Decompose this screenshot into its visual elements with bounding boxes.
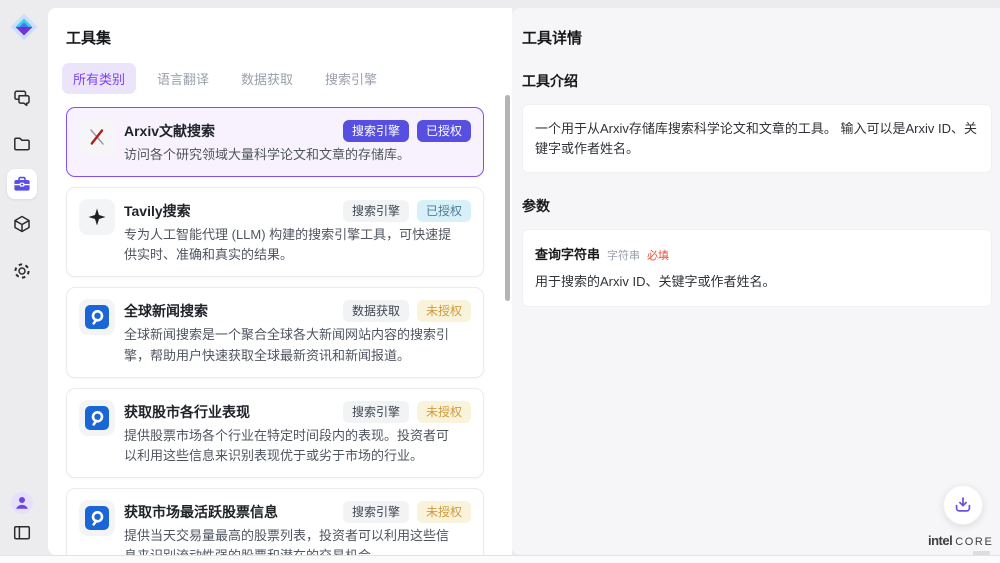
auth-status-badge: 已授权	[417, 120, 471, 142]
tool-badges: 数据获取 未授权	[343, 300, 471, 322]
details-title: 工具详情	[522, 27, 992, 48]
cube-icon[interactable]	[12, 214, 32, 234]
brand-core: core	[955, 536, 993, 548]
category-tab[interactable]: 语言翻译	[146, 63, 220, 94]
brand-intel: intel	[928, 533, 952, 548]
auth-status-badge: 未授权	[417, 401, 471, 423]
tool-description: 提供当天交易量最高的股票列表，投资者可以利用这些信息来识别流动性强的股票和潜在的…	[124, 526, 458, 555]
tool-card[interactable]: 全球新闻搜索 全球新闻搜索是一个聚合全球各大新闻网站内容的搜索引擎，帮助用户快速…	[66, 287, 484, 377]
tool-card[interactable]: Tavily搜索 专为人工智能代理 (LLM) 构建的搜索引擎工具，可快速提供实…	[66, 187, 484, 277]
download-button[interactable]	[943, 485, 983, 525]
arxiv-icon	[79, 119, 115, 155]
app-logo-icon	[10, 13, 38, 41]
user-avatar[interactable]	[11, 492, 33, 514]
auth-status-badge: 未授权	[417, 300, 471, 322]
category-tabs: 所有类别语言翻译数据获取搜索引擎	[48, 48, 512, 94]
params-heading: 参数	[522, 196, 992, 216]
category-badge: 搜索引擎	[343, 200, 409, 222]
intro-text: 一个用于从Arxiv存储库搜索科学论文和文章的工具。 输入可以是Arxiv ID…	[535, 119, 979, 158]
juhe-icon	[79, 500, 115, 536]
tools-panel-title: 工具集	[48, 8, 512, 48]
tool-badges: 搜索引擎 已授权	[343, 120, 471, 142]
param-required-flag: 必填	[647, 247, 669, 263]
tavily-icon	[79, 199, 115, 235]
tool-description: 全球新闻搜索是一个聚合全球各大新闻网站内容的搜索引擎，帮助用户快速获取全球最新资…	[124, 325, 458, 365]
category-badge: 搜索引擎	[343, 401, 409, 423]
param-header: 查询字符串 字符串 必填	[535, 244, 979, 263]
category-badge: 数据获取	[343, 300, 409, 322]
tool-card[interactable]: 获取股市各行业表现 提供股票市场各个行业在特定时间段内的表现。投资者可以利用这些…	[66, 388, 484, 478]
left-sidebar	[0, 0, 48, 555]
tool-badges: 搜索引擎 未授权	[343, 401, 471, 423]
category-tab[interactable]: 搜索引擎	[314, 63, 388, 94]
gear-icon[interactable]	[12, 261, 32, 281]
window-bottom-edge	[0, 555, 1000, 563]
tool-description: 专为人工智能代理 (LLM) 构建的搜索引擎工具，可快速提供实时、准确和真实的结…	[124, 225, 458, 265]
tool-card[interactable]: Arxiv文献搜索 访问各个研究领域大量科学论文和文章的存储库。 搜索引擎 已授…	[66, 107, 484, 177]
auth-status-badge: 未授权	[417, 501, 471, 523]
tool-card[interactable]: 获取市场最活跃股票信息 提供当天交易量最高的股票列表，投资者可以利用这些信息来识…	[66, 488, 484, 555]
category-tab[interactable]: 数据获取	[230, 63, 304, 94]
list-scrollbar[interactable]	[505, 95, 510, 301]
tools-panel: 工具集 所有类别语言翻译数据获取搜索引擎 Arxiv文献搜索 访问各个研究领域大…	[48, 8, 512, 555]
download-icon	[952, 494, 974, 516]
auth-status-badge: 已授权	[417, 200, 471, 222]
tool-list: Arxiv文献搜索 访问各个研究领域大量科学论文和文章的存储库。 搜索引擎 已授…	[48, 94, 512, 555]
param-description: 用于搜索的Arxiv ID、关键字或作者姓名。	[535, 272, 979, 292]
param-card: 查询字符串 字符串 必填 用于搜索的Arxiv ID、关键字或作者姓名。	[522, 229, 992, 307]
tool-details-panel: 工具详情 工具介绍 一个用于从Arxiv存储库搜索科学论文和文章的工具。 输入可…	[512, 8, 1000, 555]
category-badge: 搜索引擎	[343, 501, 409, 523]
param-name: 查询字符串	[535, 244, 600, 263]
category-tab[interactable]: 所有类别	[62, 63, 136, 94]
tool-description: 访问各个研究领域大量科学论文和文章的存储库。	[124, 145, 410, 165]
tool-description: 提供股票市场各个行业在特定时间段内的表现。投资者可以利用这些信息来识别表现优于或…	[124, 426, 458, 466]
intro-heading: 工具介绍	[522, 71, 992, 91]
toolbox-icon[interactable]	[7, 169, 37, 199]
panel-toggle-icon[interactable]	[12, 523, 32, 543]
intel-core-logo: intelcore	[928, 532, 992, 557]
param-type: 字符串	[607, 247, 640, 263]
chat-icon[interactable]	[12, 88, 32, 108]
tool-badges: 搜索引擎 未授权	[343, 501, 471, 523]
category-badge: 搜索引擎	[343, 120, 409, 142]
tool-badges: 搜索引擎 已授权	[343, 200, 471, 222]
juhe-icon	[79, 400, 115, 436]
folder-icon[interactable]	[12, 134, 32, 154]
juhe-icon	[79, 299, 115, 335]
intro-card: 一个用于从Arxiv存储库搜索科学论文和文章的工具。 输入可以是Arxiv ID…	[522, 104, 992, 173]
